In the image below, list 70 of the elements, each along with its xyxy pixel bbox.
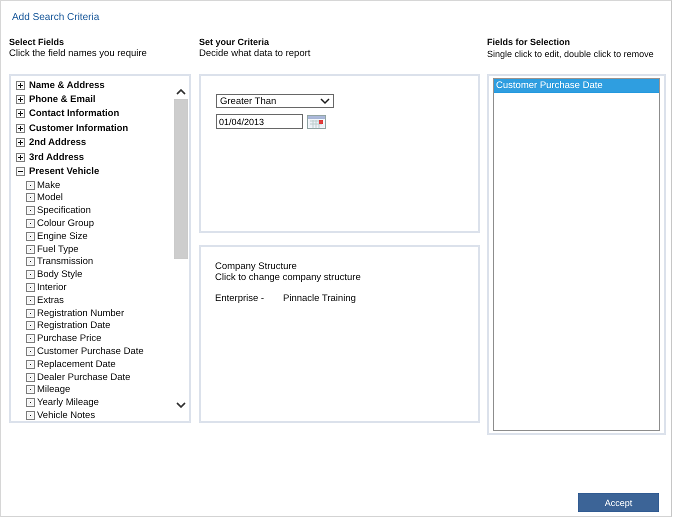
section-hint: Click the field names you require (9, 48, 148, 60)
field-icon (26, 398, 35, 408)
tree-group[interactable]: 2nd Address (29, 137, 86, 148)
field-icon (26, 180, 35, 190)
chevron-down-icon (320, 98, 330, 104)
tree-group[interactable]: Present Vehicle (29, 166, 100, 178)
field-icon (26, 232, 35, 241)
section-hint: Decide what data to report (199, 48, 312, 60)
tree-item[interactable]: Registration Number (37, 308, 124, 319)
tree-item[interactable]: Registration Date (37, 320, 110, 332)
panel-title: Company Structure (215, 261, 298, 272)
tree-item[interactable]: Purchase Price (37, 333, 102, 344)
expand-icon[interactable] (16, 138, 25, 148)
scroll-down-icon[interactable] (176, 402, 186, 409)
company-name: Pinnacle Training (283, 293, 356, 304)
scroll-up-icon[interactable] (176, 88, 186, 95)
expand-icon[interactable] (16, 95, 25, 104)
field-icon (26, 346, 35, 356)
calendar-icon[interactable] (307, 114, 326, 128)
field-icon (26, 283, 35, 292)
tree-item[interactable]: Mileage (37, 384, 70, 396)
field-icon (26, 308, 35, 318)
tree-item[interactable]: Customer Purchase Date (37, 346, 144, 357)
field-icon (26, 334, 35, 344)
tree-item[interactable]: Specification (37, 205, 91, 216)
structure-level: Enterprise - (215, 293, 266, 304)
section-hint: Single click to edit, double click to remove (487, 48, 655, 60)
field-icon (26, 270, 35, 280)
operator-dropdown[interactable]: Greater Than (216, 94, 334, 108)
tree-item[interactable]: Colour Group (37, 218, 94, 230)
tree-item[interactable]: Yearly Mileage (37, 397, 99, 408)
expand-icon[interactable] (16, 109, 25, 118)
expand-icon[interactable] (16, 124, 25, 133)
tree-item[interactable]: Interior (37, 282, 67, 293)
tree-item[interactable]: Vehicle Notes (37, 410, 96, 421)
tree-group[interactable]: 3rd Address (29, 152, 84, 163)
tree-item[interactable]: Fuel Type (37, 244, 79, 255)
expand-icon[interactable] (16, 152, 25, 162)
tree-group[interactable]: Contact Information (29, 108, 120, 120)
field-icon (26, 360, 35, 369)
expand-icon[interactable] (16, 80, 25, 90)
section-heading: Set your Criteria (199, 36, 270, 48)
field-icon (26, 385, 35, 394)
tree-item[interactable]: Body Style (37, 269, 82, 280)
tree-item[interactable]: Model (37, 192, 63, 204)
field-icon (26, 296, 35, 305)
collapse-icon[interactable] (16, 167, 25, 176)
tree-item[interactable]: Engine Size (37, 230, 88, 242)
window-title: Add Search Criteria (11, 11, 100, 25)
tree-item[interactable]: Dealer Purchase Date (37, 372, 130, 383)
field-icon (26, 206, 35, 216)
field-icon (26, 219, 35, 228)
tree-item[interactable]: Transmission (37, 256, 94, 268)
field-icon (26, 372, 35, 382)
date-field[interactable]: 01/04/2013 (216, 114, 303, 129)
field-icon (26, 257, 35, 266)
tree-item[interactable]: Replacement Date (37, 358, 116, 370)
tree-group[interactable]: Name & Address (29, 80, 105, 91)
accept-button[interactable]: Accept (578, 493, 659, 512)
field-icon (26, 321, 35, 330)
tree-item[interactable]: Make (37, 180, 60, 191)
section-heading: Fields for Selection (487, 36, 572, 48)
field-icon (26, 410, 35, 420)
tree-item[interactable]: Extras (37, 294, 64, 306)
section-heading: Select Fields (9, 36, 66, 48)
tree-group[interactable]: Customer Information (29, 122, 128, 134)
change-structure-link[interactable]: Click to change company structure (215, 272, 478, 283)
field-icon (26, 193, 35, 202)
tree-group[interactable]: Phone & Email (29, 94, 96, 106)
field-icon (26, 244, 35, 254)
